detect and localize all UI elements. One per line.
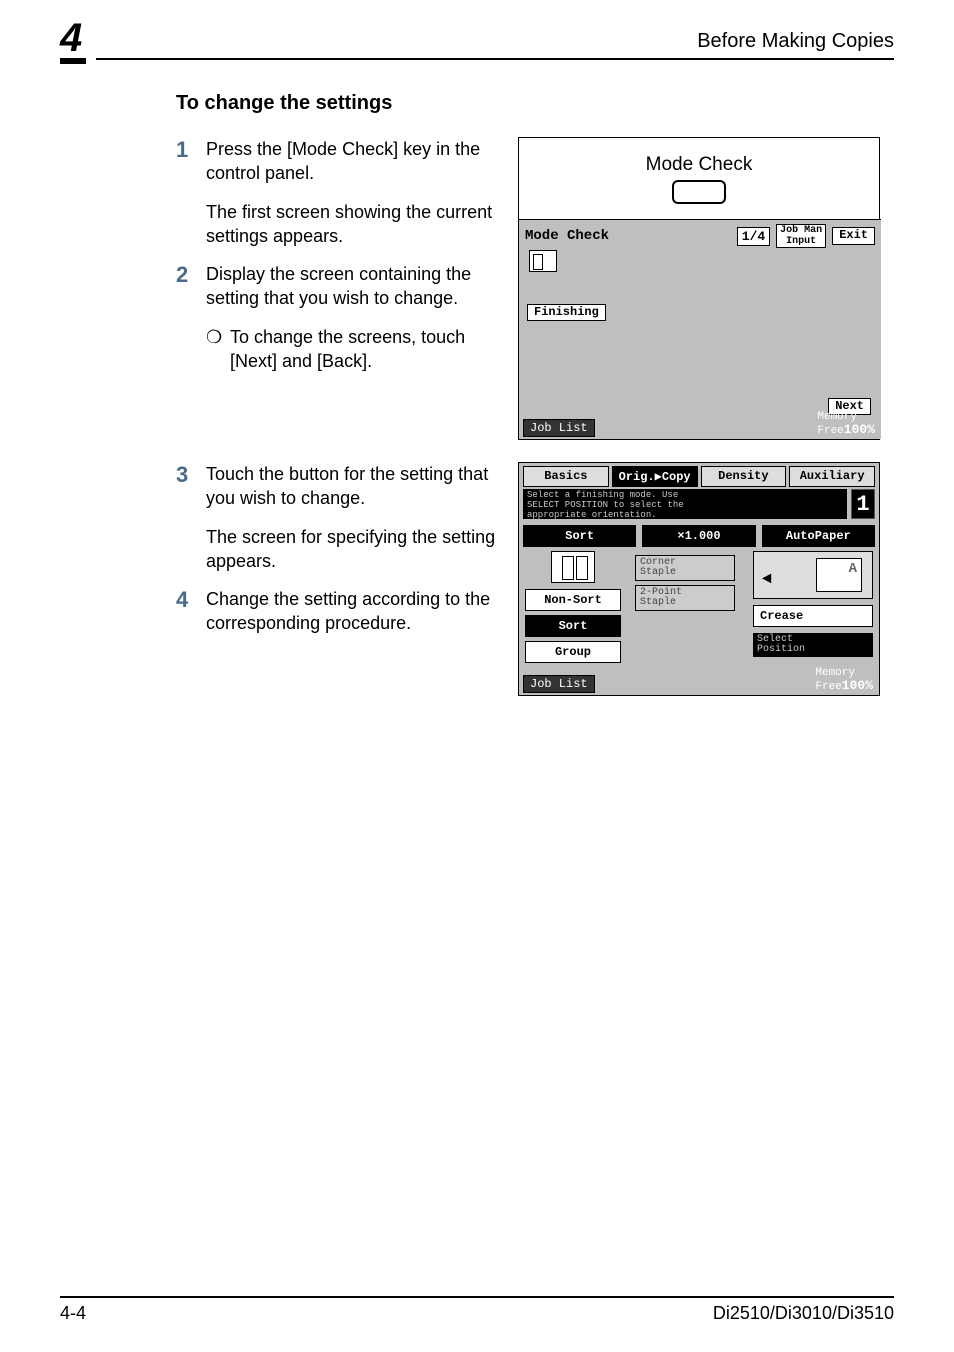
orientation-preview-icon [551,551,595,583]
tab-basics[interactable]: Basics [523,466,609,487]
bullet-text: To change the screens, touch [Next] and … [230,325,506,374]
two-point-staple-button[interactable]: 2-Point Staple [635,585,735,611]
select-position-button[interactable]: Select Position [753,633,873,657]
mode-check-key-icon [672,180,726,204]
zoom-indicator[interactable]: ×1.000 [642,525,755,547]
autopaper-indicator[interactable]: AutoPaper [762,525,875,547]
step-text: Press the [Mode Check] key in the contro… [206,137,506,186]
sort-indicator[interactable]: Sort [523,525,636,547]
job-man-input-button[interactable]: Job Man Input [776,224,826,248]
job-list-button[interactable]: Job List [523,675,595,693]
sort-button[interactable]: Sort [525,615,621,637]
non-sort-button[interactable]: Non-Sort [525,589,621,611]
step-body: The screen for specifying the setting ap… [206,525,506,574]
step-text: Change the setting according to the corr… [206,587,506,636]
corner-staple-button[interactable]: Corner Staple [635,555,735,581]
bullet-icon: ❍ [206,325,230,374]
step-number: 2 [176,262,206,311]
orientation-icon [529,250,557,272]
exit-button[interactable]: Exit [832,227,875,244]
page-number: 4-4 [60,1303,86,1324]
step-number: 4 [176,587,206,636]
tab-orig-copy[interactable]: Orig.▶Copy [612,466,698,487]
tab-density[interactable]: Density [701,466,787,487]
step-text: Display the screen containing the settin… [206,262,506,311]
chapter-number: 4 [60,18,86,64]
step-text: Touch the button for the setting that yo… [206,462,506,511]
section-title: To change the settings [176,92,894,115]
step-number: 3 [176,462,206,511]
page-indicator: 1/4 [737,227,770,246]
group-button[interactable]: Group [525,641,621,663]
copy-count: 1 [851,489,875,519]
step-body: The first screen showing the current set… [206,200,506,249]
message-strip: Select a finishing mode. Use SELECT POSI… [523,489,847,519]
running-head: Before Making Copies [697,30,894,53]
job-list-button[interactable]: Job List [523,419,595,437]
header-rule [96,58,894,60]
memory-indicator: Memory Free100% [817,412,875,437]
memory-indicator: Memory Free100% [815,668,873,693]
model-label: Di2510/Di3010/Di3510 [713,1303,894,1324]
step-number: 1 [176,137,206,186]
crease-button[interactable]: Crease [753,605,873,627]
paper-preview: ◄ [753,551,873,599]
tab-auxiliary[interactable]: Auxiliary [789,466,875,487]
mode-check-label: Mode Check [519,154,879,176]
left-arrow-icon: ◄ [762,570,772,588]
lcd-title: Mode Check [525,228,609,244]
figure-basics-panel: Basics Orig.▶Copy Density Auxiliary Sele… [518,462,880,696]
figure-mode-check: Mode Check Mode Check 1/4 Job Man Input … [518,137,880,440]
finishing-button[interactable]: Finishing [527,304,606,321]
paper-sheet-icon [816,558,862,592]
footer-rule [60,1296,894,1298]
